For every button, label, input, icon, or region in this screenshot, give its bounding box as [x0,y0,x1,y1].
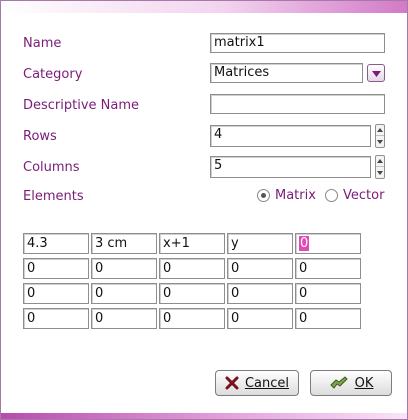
matrix-cell[interactable]: 0 [91,283,157,304]
matrix-cell-value: y [231,236,239,251]
ok-button[interactable]: OK [310,370,392,396]
category-label: Category [23,67,83,82]
elements-label: Elements [23,189,84,204]
columns-label: Columns [23,160,80,175]
matrix-cell-value: 0 [231,311,240,326]
rows-decrement-button[interactable] [376,136,384,147]
chevron-down-icon [372,71,381,77]
matrix-cell-value: 0 [95,311,104,326]
matrix-cell[interactable]: 0 [23,258,89,279]
matrix-cell[interactable]: 0 [91,308,157,329]
rows-increment-button[interactable] [376,125,384,136]
arrow-up-icon [377,128,383,132]
matrix-cell-value: 0 [163,261,172,276]
rows-spinbox[interactable]: 4 [210,125,371,147]
matrix-cell[interactable]: 3 cm [91,233,157,254]
ok-hand-icon [329,375,349,391]
matrix-cell-value: 0 [27,311,36,326]
matrix-cell-value: 0 [95,286,104,301]
name-input[interactable]: matrix1 [210,33,385,53]
arrow-down-icon [377,139,383,144]
matrix-cell[interactable]: 4.3 [23,233,89,254]
radio-vector[interactable]: Vector [325,188,384,203]
name-label: Name [23,36,62,51]
matrix-cell[interactable]: 0 [227,283,293,304]
columns-spin-buttons[interactable] [375,155,385,179]
new-matrix-dialog: Name matrix1 Category Matrices Descripti… [0,0,408,420]
ok-button-label: OK [354,375,374,391]
matrix-cell-value: 0 [163,311,172,326]
matrix-cell-value: 0 [163,286,172,301]
matrix-cell[interactable]: 0 [91,258,157,279]
category-combo[interactable]: Matrices [210,63,363,83]
matrix-cell-value: 0 [27,286,36,301]
matrix-cell-value: 0 [231,286,240,301]
matrix-cell[interactable]: 0 [295,308,361,329]
columns-spinbox[interactable]: 5 [210,156,371,178]
columns-decrement-button[interactable] [376,167,384,178]
matrix-cell[interactable]: 0 [227,308,293,329]
matrix-cell[interactable]: 0 [159,258,225,279]
matrix-cell-value: 0 [95,261,104,276]
matrix-cell[interactable]: 0 [295,283,361,304]
matrix-cell-value: 0 [231,261,240,276]
radio-matrix-label: Matrix [275,188,316,203]
arrow-up-icon [377,159,383,163]
radio-matrix[interactable]: Matrix [257,188,316,203]
matrix-cell-value: 0 [299,311,308,326]
matrix-cell[interactable]: 0 [23,283,89,304]
arrow-down-icon [377,170,383,175]
descriptive-name-input[interactable] [210,94,385,114]
matrix-cell[interactable]: 0 [295,233,361,254]
matrix-cell-value: 0 [299,236,310,251]
matrix-cell[interactable]: 0 [159,308,225,329]
matrix-cell[interactable]: 0 [295,258,361,279]
matrix-cell-value: 3 cm [95,236,128,251]
radio-vector-label: Vector [343,188,385,203]
matrix-cell-value: 0 [299,286,308,301]
rows-label: Rows [23,129,57,144]
category-dropdown-button[interactable] [367,64,385,82]
matrix-cell[interactable]: 0 [227,258,293,279]
radio-vector-indicator[interactable] [325,189,338,202]
columns-increment-button[interactable] [376,156,384,167]
dialog-bottom-bar [1,413,407,419]
matrix-cell-value: x+1 [163,236,190,251]
cancel-button[interactable]: Cancel [215,370,299,396]
cancel-button-label: Cancel [244,375,290,391]
dialog-title-bar [1,1,407,13]
matrix-cell-value: 4.3 [27,236,48,251]
matrix-cell[interactable]: x+1 [159,233,225,254]
rows-spin-buttons[interactable] [375,124,385,148]
matrix-cell-value: 0 [299,261,308,276]
descriptive-name-label: Descriptive Name [23,98,140,113]
matrix-cell[interactable]: 0 [23,308,89,329]
matrix-cell-value: 0 [27,261,36,276]
cancel-x-icon [225,376,239,390]
matrix-cell[interactable]: y [227,233,293,254]
matrix-cell[interactable]: 0 [159,283,225,304]
radio-matrix-indicator[interactable] [257,189,270,202]
